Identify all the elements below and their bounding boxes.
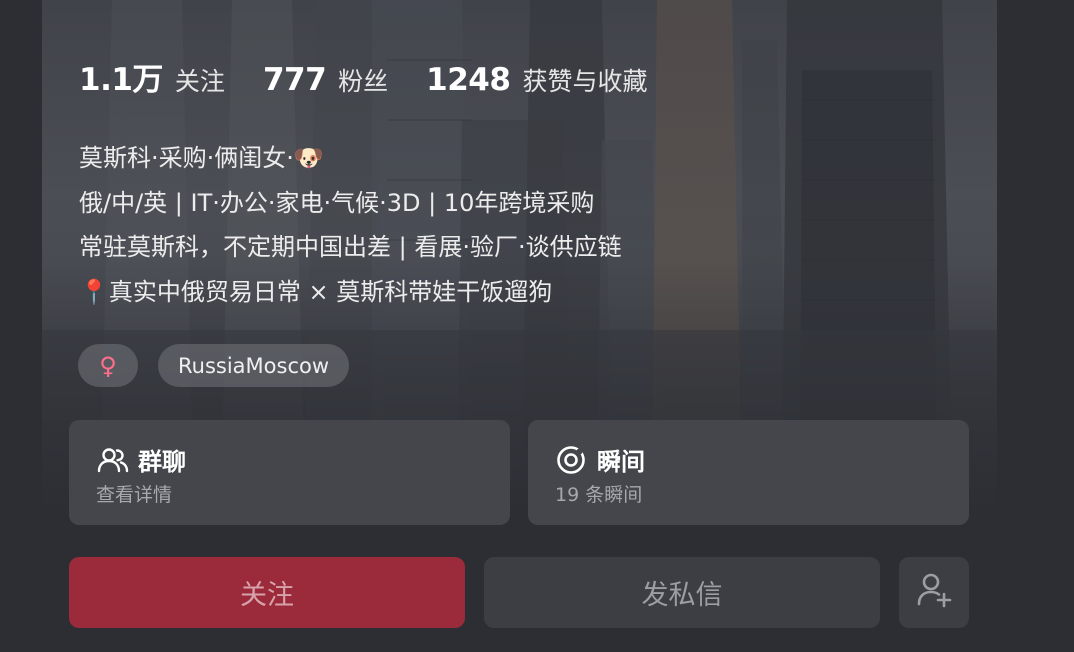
moments-subtitle: 19 条瞬间: [555, 484, 643, 506]
bio-line-2: 俄/中/英 | IT·办公·家电·气候·3D | 10年跨境采购: [79, 188, 595, 217]
following-label: 关注: [174, 67, 225, 96]
moments-icon: [555, 443, 589, 477]
followers-count: 777: [262, 62, 327, 98]
gender-tag: ♀: [78, 344, 138, 387]
moments-card[interactable]: 瞬间 19 条瞬间: [528, 420, 969, 525]
following-stat[interactable]: 1.1万 关注: [79, 54, 225, 99]
moments-title: 瞬间: [597, 448, 645, 476]
likes-stat[interactable]: 1248 获赞与收藏: [426, 62, 647, 98]
bio-line-4: 📍真实中俄贸易日常 × 莫斯科带娃干饭遛狗: [79, 277, 553, 306]
follow-button[interactable]: 关注: [69, 557, 465, 628]
add-friend-icon: [914, 569, 954, 616]
group-chat-card-header: 群聊: [96, 442, 186, 477]
profile-stats: 1.1万 关注 777 粉丝 1248 获赞与收藏: [79, 54, 685, 99]
profile-header: 1.1万 关注 777 粉丝 1248 获赞与收藏 莫斯科·采购·俩闺女·🐶 俄…: [0, 0, 1074, 652]
add-friend-button[interactable]: [899, 557, 969, 628]
likes-count: 1248: [426, 62, 511, 98]
group-chat-title: 群聊: [138, 448, 186, 476]
profile-bio: 莫斯科·采购·俩闺女·🐶 俄/中/英 | IT·办公·家电·气候·3D | 10…: [79, 136, 959, 314]
followers-stat[interactable]: 777 粉丝: [263, 62, 388, 98]
group-chat-card[interactable]: 群聊 查看详情: [69, 420, 510, 525]
group-chat-icon: [96, 443, 130, 477]
bio-line-3: 常驻莫斯科，不定期中国出差 | 看展·验厂·谈供应链: [79, 233, 622, 261]
location-tag: RussiaMoscow: [158, 344, 350, 387]
moments-card-header: 瞬间: [555, 442, 645, 477]
likes-label: 获赞与收藏: [522, 67, 648, 96]
following-count: 1.1万: [79, 62, 163, 98]
message-button[interactable]: 发私信: [484, 557, 880, 628]
female-icon: ♀: [99, 351, 117, 380]
profile-tags: ♀ RussiaMoscow: [78, 344, 350, 387]
group-chat-subtitle: 查看详情: [96, 484, 173, 506]
followers-label: 粉丝: [338, 67, 389, 96]
bio-line-1: 莫斯科·采购·俩闺女·🐶: [79, 144, 324, 172]
